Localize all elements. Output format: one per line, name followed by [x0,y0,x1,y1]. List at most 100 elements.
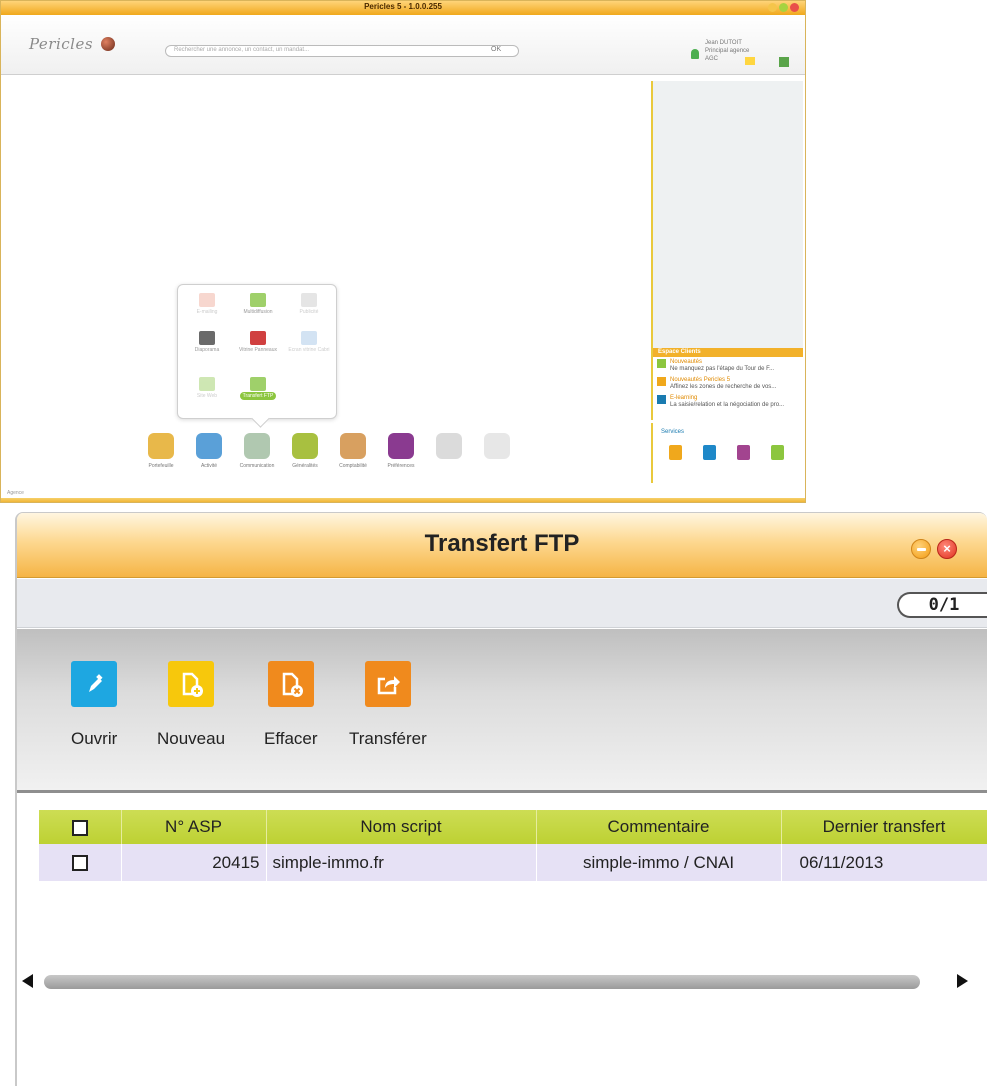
popup-item-emailing[interactable]: E-mailing [182,293,232,315]
cell-asp: 20415 [121,844,267,881]
popup-item-label: Publicité [299,309,319,315]
scrollbar-thumb[interactable] [44,975,920,989]
record-counter: 0/1 [897,592,987,618]
record-bar: 0/1 [17,579,987,628]
news-item[interactable]: E-learning La saisie/relation et la négo… [653,393,803,411]
minimize-icon[interactable] [911,539,931,559]
dock-comptabilite[interactable]: Comptabilité [329,433,377,469]
service-book-icon[interactable] [771,445,784,460]
column-header-script[interactable]: Nom script [266,810,537,844]
exit-icon[interactable] [779,57,789,67]
service-orange-icon[interactable] [669,445,682,460]
transfer-button[interactable]: Transférer [349,661,427,749]
transfer-icon [364,661,411,707]
delete-label: Effacer [264,729,318,748]
services-panel: Services [651,423,803,483]
column-header-last-transfer[interactable]: Dernier transfert [781,810,987,844]
dock-activite[interactable]: Activité [185,433,233,469]
service-plus-icon[interactable] [703,445,716,460]
document-icon [484,433,510,459]
dock-label: Comptabilité [339,463,367,469]
delete-button[interactable]: Effacer [264,661,318,749]
news-title: Nouveautés Pericles 5 [670,377,731,383]
dock-portefeuille[interactable]: Portefeuille [137,433,185,469]
popup-item-diaporama[interactable]: Diaporama [182,331,232,353]
popup-item-label: Vitrine Panneaux [239,347,277,353]
select-all-cell[interactable] [39,810,122,844]
open-button[interactable]: Ouvrir [71,661,117,749]
window-title: Transfert FTP [424,530,580,557]
ftp-transfer-window: Transfert FTP × 0/1 Ouvrir Nouveau Effac… [15,512,987,1086]
popup-item-site-web[interactable]: Site Web [182,377,232,399]
delete-document-icon [267,661,314,707]
user-details: Jean DUTOIT Principal agence AGC [705,39,749,63]
search-input[interactable]: Rechercher une annonce, un contact, un m… [165,45,519,57]
dock-communication[interactable]: Communication [233,433,281,469]
user-icon [691,49,699,59]
popup-item-publicite[interactable]: Publicité [284,293,334,315]
service-purple-icon[interactable] [737,445,750,460]
table-row[interactable]: 20415 simple-immo.fr simple-immo / CNAI … [39,844,987,881]
emailing-icon [199,293,215,307]
general-icon [292,433,318,459]
slideshow-icon [199,331,215,345]
news-item[interactable]: Nouveautés Ne manquez pas l'étape du Tou… [653,357,803,375]
user-name: Jean DUTOIT [705,40,742,46]
user-agency: AGC [705,56,719,62]
leaf-icon [657,359,666,368]
notification-icon[interactable] [745,57,755,65]
popup-item-multidiffusion[interactable]: Multidiffusion [233,293,283,315]
horizontal-scrollbar[interactable] [20,972,970,992]
right-side-panel [651,81,803,351]
close-icon[interactable] [790,3,799,12]
scroll-left-arrow-icon[interactable] [22,974,33,988]
popup-item-label: Transfert FTP [239,392,277,400]
minimize-icon[interactable] [768,3,777,12]
maximize-icon[interactable] [779,3,788,12]
communication-icon [244,433,270,459]
popup-item-transfert-ftp[interactable]: Transfert FTP [233,377,283,400]
elearning-icon [657,395,666,404]
news-text: Ne manquez pas l'étape du Tour de F... [670,366,775,372]
dock-label: Généralités [292,463,318,469]
news-header: Espace Clients [653,348,803,357]
app-window-controls [768,3,799,12]
dock-disabled-2[interactable] [473,433,521,463]
popup-item-label: Multidiffusion [243,309,273,315]
user-info[interactable]: Jean DUTOIT Principal agence AGC [691,37,767,71]
table-header-row: N° ASP Nom script Commentaire Dernier tr… [39,810,987,844]
row-select-cell[interactable] [39,844,122,881]
ftp-table-container: N° ASP Nom script Commentaire Dernier tr… [39,810,987,970]
activity-icon [196,433,222,459]
popup-item-label: E-mailing [196,309,218,315]
ftp-scripts-table: N° ASP Nom script Commentaire Dernier tr… [39,810,987,881]
ftp-titlebar: Transfert FTP × [17,513,987,578]
cell-script: simple-immo.fr [266,844,537,881]
close-icon[interactable]: × [937,539,957,559]
dock-label: Activité [200,463,218,469]
preferences-icon [388,433,414,459]
search-button[interactable]: OK [491,46,501,53]
popup-item-ecran-vitrine[interactable]: Ecran vitrine Cabri [284,331,334,353]
new-document-icon [168,661,215,707]
news-item[interactable]: Nouveautés Pericles 5 Affinez les zones … [653,375,803,393]
client-news-panel: Espace Clients Nouveautés Ne manquez pas… [651,348,803,420]
dock-disabled-1[interactable] [425,433,473,463]
tools-icon [436,433,462,459]
column-header-comment[interactable]: Commentaire [536,810,782,844]
column-header-asp[interactable]: N° ASP [121,810,267,844]
pericles-logo: Pericles [29,35,94,53]
row-checkbox[interactable] [71,855,88,872]
new-button[interactable]: Nouveau [157,661,225,749]
app-titlebar: Pericles 5 - 1.0.0.255 [1,1,805,15]
news-text: La saisie/relation et la négociation de … [670,402,785,408]
action-toolbar: Ouvrir Nouveau Effacer Transférer [17,629,987,793]
select-all-checkbox[interactable] [71,819,88,836]
popup-item-vitrine[interactable]: Vitrine Panneaux [233,331,283,353]
scroll-right-arrow-icon[interactable] [957,974,968,988]
pencil-icon [71,661,118,707]
dock-preferences[interactable]: Préférences [377,433,425,469]
new-label: Nouveau [157,729,226,748]
dock-generalites[interactable]: Généralités [281,433,329,469]
cell-last-transfer: 06/11/2013 [781,844,987,881]
